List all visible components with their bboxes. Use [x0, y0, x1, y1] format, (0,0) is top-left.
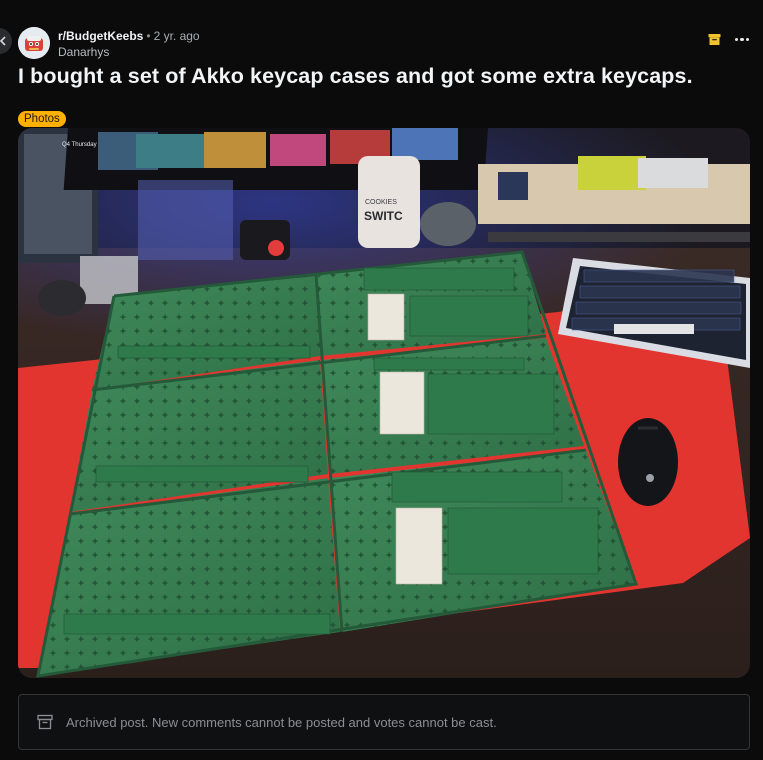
author-link[interactable]: Danarhys: [58, 44, 200, 60]
post-header: r/BudgetKeebs • 2 yr. ago Danarhys: [18, 25, 751, 61]
chevron-left-icon: [0, 36, 6, 46]
keycap-cases-photo: Q4 Thursday SWITC COOKIES: [18, 128, 750, 678]
more-options-button[interactable]: [733, 34, 751, 46]
ellipsis-dot: [740, 37, 744, 42]
mouse: [618, 418, 678, 506]
post-age: 2 yr. ago: [153, 29, 200, 43]
jar-top-text: COOKIES: [365, 199, 397, 206]
ellipsis-dot: [745, 37, 750, 42]
jar-label: SWITC: [364, 209, 403, 223]
ellipsis-icon: [734, 37, 739, 42]
keyboard-mascot-icon: [18, 27, 50, 59]
post-image[interactable]: Q4 Thursday SWITC COOKIES: [18, 128, 750, 678]
post-title[interactable]: I bought a set of Akko keycap cases and …: [18, 64, 693, 89]
subreddit-link[interactable]: r/BudgetKeebs: [58, 29, 143, 43]
subreddit-avatar[interactable]: [18, 27, 50, 59]
archive-icon: [37, 714, 53, 730]
header-actions: [708, 33, 751, 46]
post-page: r/BudgetKeebs • 2 yr. ago Danarhys I bough…: [0, 0, 763, 760]
monitor-date-text: Q4 Thursday: [62, 142, 97, 148]
back-button[interactable]: [0, 28, 12, 54]
main-monitor: Q4 Thursday: [62, 128, 488, 190]
post-meta: r/BudgetKeebs • 2 yr. ago Danarhys: [58, 28, 200, 60]
post-flair[interactable]: Photos: [18, 111, 66, 127]
meta-separator: •: [146, 29, 151, 43]
archived-notice-text: Archived post. New comments cannot be po…: [66, 714, 497, 730]
archived-notice: Archived post. New comments cannot be po…: [18, 694, 750, 750]
archive-box-icon: [708, 34, 721, 45]
